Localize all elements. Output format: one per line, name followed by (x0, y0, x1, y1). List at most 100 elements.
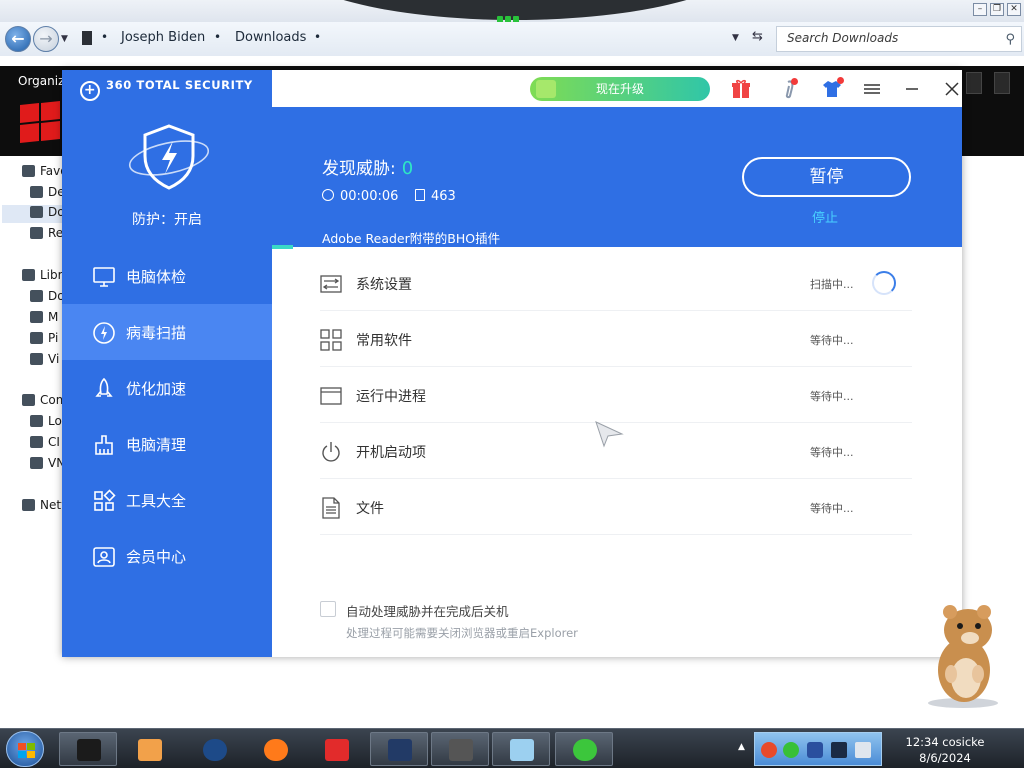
title-bar: – ❐ ✕ (0, 0, 1024, 23)
plus-logo-icon: + (80, 81, 100, 101)
history-dropdown-icon[interactable]: ▼ (61, 34, 68, 44)
window-icon (320, 387, 342, 405)
sidebar-item-member[interactable]: 会员中心 (62, 528, 272, 584)
address-dropdown-icon[interactable]: ▼ (732, 33, 739, 43)
refresh-icon[interactable]: ⇆ (752, 29, 763, 44)
scan-item-label: 开机启动项 (356, 445, 426, 461)
app-brand-name: 360 TOTAL SECURITY (106, 78, 253, 92)
breadcrumb-separator[interactable]: • (214, 30, 221, 44)
sidebar-item-cleanup[interactable]: 电脑清理 (62, 416, 272, 472)
mouse-cursor-icon (595, 421, 624, 448)
nav-music[interactable]: M (30, 310, 58, 328)
taskbar-app-firefox[interactable] (246, 732, 304, 766)
sidebar-item-virus-scan[interactable]: 病毒扫描 (62, 304, 272, 360)
taskbar-app-wps[interactable] (307, 732, 365, 766)
tray-stop-icon[interactable] (761, 742, 777, 758)
scan-item-label: 系统设置 (356, 277, 412, 293)
monitor-icon (93, 267, 115, 287)
preview-pane-icon[interactable] (994, 72, 1010, 94)
breadcrumb-separator[interactable]: • (101, 30, 108, 44)
upgrade-button[interactable]: 现在升级 (530, 77, 710, 101)
clock-date[interactable]: 8/6/2024 (880, 751, 1010, 765)
close-icon[interactable] (941, 78, 963, 100)
taskbar-app-360-security[interactable] (555, 732, 613, 766)
taskbar-app-monitor[interactable] (370, 732, 428, 766)
forward-button[interactable]: → (33, 26, 59, 52)
scan-item-running-processes: 运行中进程 等待中... (320, 367, 912, 423)
app-logo: +360 TOTAL SECURITY (80, 78, 253, 101)
nav-favorites[interactable]: Favo (22, 164, 68, 182)
back-button[interactable]: ← (5, 26, 31, 52)
security-app-window: +360 TOTAL SECURITY 防护：开启 电脑体检 病毒扫描 优化加速… (62, 70, 962, 657)
sidebar-item-speedup[interactable]: 优化加速 (62, 360, 272, 416)
clock-icon (322, 189, 334, 201)
sidebar-item-label: 会员中心 (126, 548, 187, 566)
clock-time[interactable]: 12:34 cosicke (880, 735, 1010, 749)
windows-logo-icon (18, 101, 62, 144)
nav-pictures[interactable]: Pi (30, 331, 58, 349)
status-led-icon (497, 8, 527, 23)
nav-recent[interactable]: Re (30, 226, 63, 244)
search-icon[interactable]: ⚲ (1005, 32, 1015, 47)
taskbar-app-explorer[interactable] (59, 732, 117, 766)
gift-icon[interactable] (730, 78, 752, 100)
rocket-icon (95, 377, 113, 397)
scan-item-status: 等待中... (810, 334, 854, 347)
breadcrumb-user[interactable]: Joseph Biden (121, 30, 205, 45)
files-scanned: 463 (415, 189, 456, 204)
pause-button[interactable]: 暂停 (742, 157, 911, 197)
scan-status-panel: 发现威胁: 0 00:00:06 463 Adobe Reader附带的BHO插件… (272, 107, 962, 249)
scan-item-label: 文件 (356, 501, 384, 517)
minimize-icon[interactable] (901, 78, 923, 100)
sidebar-item-label: 优化加速 (126, 380, 187, 398)
start-button[interactable] (6, 731, 44, 767)
nav-libraries[interactable]: Libr (22, 268, 63, 286)
nav-local-disk[interactable]: Lo (30, 414, 62, 432)
show-hidden-icons-icon[interactable]: ▲ (738, 742, 745, 752)
taskbar-app-notepad[interactable] (492, 732, 550, 766)
scan-progress-bar (272, 245, 293, 249)
sidebar-item-tools[interactable]: 工具大全 (62, 472, 272, 528)
tools-icon (94, 489, 116, 511)
nav-cd-drive[interactable]: CI (30, 435, 60, 453)
auto-handle-label[interactable]: 自动处理威胁并在完成后关机 (346, 601, 509, 620)
nav-computer[interactable]: Com (22, 393, 67, 411)
close-button[interactable]: ✕ (1007, 3, 1021, 16)
threats-found: 发现威胁: 0 (322, 154, 413, 179)
auto-handle-checkbox[interactable] (320, 601, 336, 617)
system-tray (754, 732, 882, 766)
sidebar-item-checkup[interactable]: 电脑体检 (62, 248, 272, 304)
tray-network-icon[interactable] (831, 742, 847, 758)
protection-status: 防护：开启 (132, 212, 202, 228)
tray-shield-icon[interactable] (807, 742, 823, 758)
taskbar-app-globe[interactable] (185, 732, 243, 766)
current-scan-item: Adobe Reader附带的BHO插件 (322, 231, 501, 246)
stop-link[interactable]: 停止 (812, 207, 838, 226)
view-icon[interactable] (966, 72, 982, 94)
power-icon (322, 442, 340, 462)
taskbar-app-mouse[interactable] (431, 732, 489, 766)
restore-button[interactable]: ❐ (990, 3, 1004, 16)
search-box: ⚲ (776, 26, 1022, 52)
upgrade-gift-icon (536, 80, 556, 98)
sidebar: +360 TOTAL SECURITY 防护：开启 电脑体检 病毒扫描 优化加速… (62, 70, 272, 657)
minimize-button[interactable]: – (973, 3, 987, 16)
nav-videos[interactable]: Vi (30, 352, 59, 370)
scan-item-label: 运行中进程 (356, 389, 426, 405)
document-icon (415, 189, 425, 201)
tray-360-icon[interactable] (783, 742, 799, 758)
breadcrumb-downloads[interactable]: Downloads (235, 30, 306, 45)
nav-documents[interactable]: Do (30, 289, 65, 307)
menu-icon[interactable] (861, 78, 883, 100)
elapsed-time: 00:00:06 (322, 189, 398, 204)
tray-volume-icon[interactable] (855, 742, 871, 758)
nav-desktop[interactable]: De (30, 185, 65, 203)
nav-downloads[interactable]: Do (2, 205, 65, 223)
nav-vm-drive[interactable]: VN (30, 456, 65, 474)
breadcrumb-separator[interactable]: • (314, 30, 321, 44)
loading-spinner-icon (872, 271, 896, 295)
apps-grid-icon (320, 329, 342, 351)
search-input[interactable] (787, 31, 997, 45)
mouse-icon (449, 739, 473, 761)
taskbar-app-media[interactable] (120, 732, 178, 766)
